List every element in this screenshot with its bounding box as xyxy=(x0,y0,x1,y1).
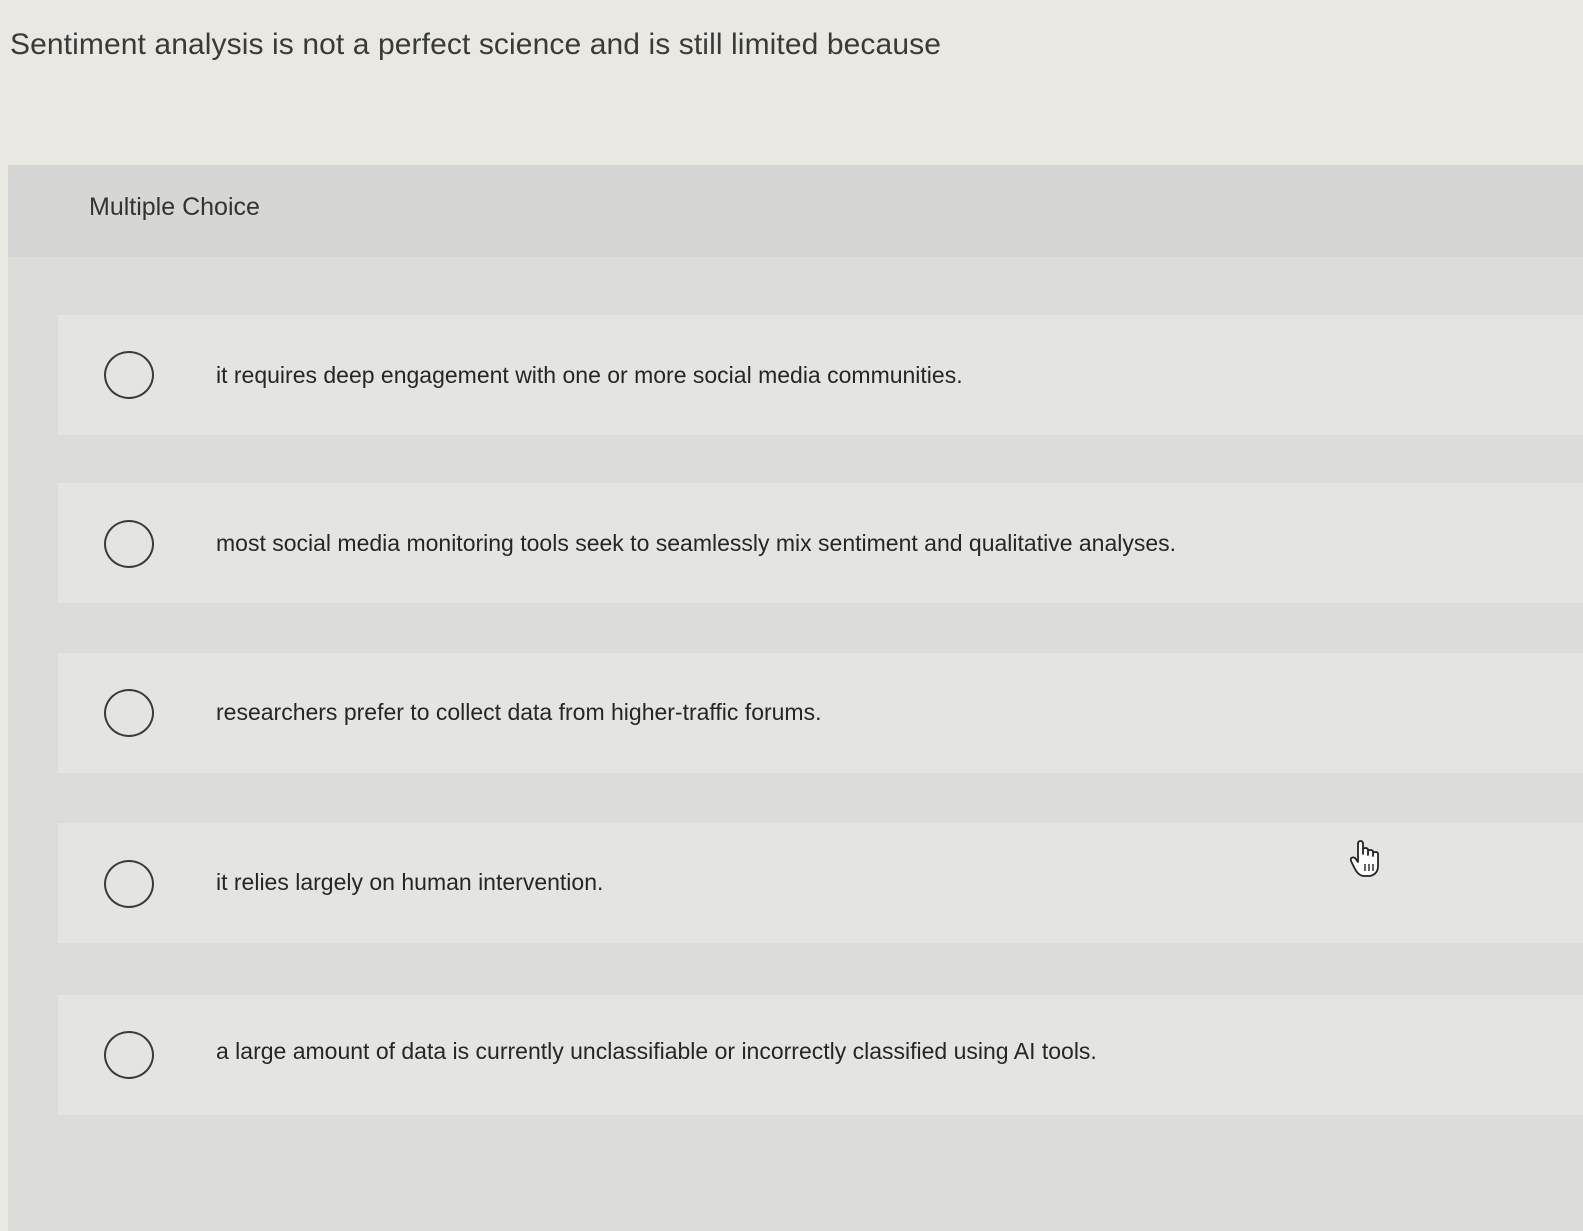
radio-button[interactable] xyxy=(104,351,154,399)
option-label: a large amount of data is currently uncl… xyxy=(216,1038,1097,1064)
answer-option-1[interactable]: it requires deep engagement with one or … xyxy=(58,315,1583,435)
radio-button[interactable] xyxy=(104,689,154,737)
multiple-choice-panel: Multiple Choice it requires deep engagem… xyxy=(8,165,1583,1231)
radio-button[interactable] xyxy=(104,860,154,908)
option-label: researchers prefer to collect data from … xyxy=(216,699,822,725)
panel-header: Multiple Choice xyxy=(8,165,1583,257)
answer-option-5[interactable]: a large amount of data is currently uncl… xyxy=(58,995,1583,1115)
question-type-label: Multiple Choice xyxy=(89,193,260,221)
option-label: most social media monitoring tools seek … xyxy=(216,530,1177,556)
hand-pointer-icon-graphic xyxy=(1349,840,1379,877)
radio-button[interactable] xyxy=(104,520,154,568)
question-text: Sentiment analysis is not a perfect scie… xyxy=(10,28,941,61)
answer-option-3[interactable]: researchers prefer to collect data from … xyxy=(58,653,1583,773)
option-label: it requires deep engagement with one or … xyxy=(216,362,963,388)
radio-button[interactable] xyxy=(104,1031,154,1079)
option-label: it relies largely on human intervention. xyxy=(216,869,604,895)
answer-option-2[interactable]: most social media monitoring tools seek … xyxy=(58,483,1583,603)
hand-pointer-icon xyxy=(1348,840,1382,878)
